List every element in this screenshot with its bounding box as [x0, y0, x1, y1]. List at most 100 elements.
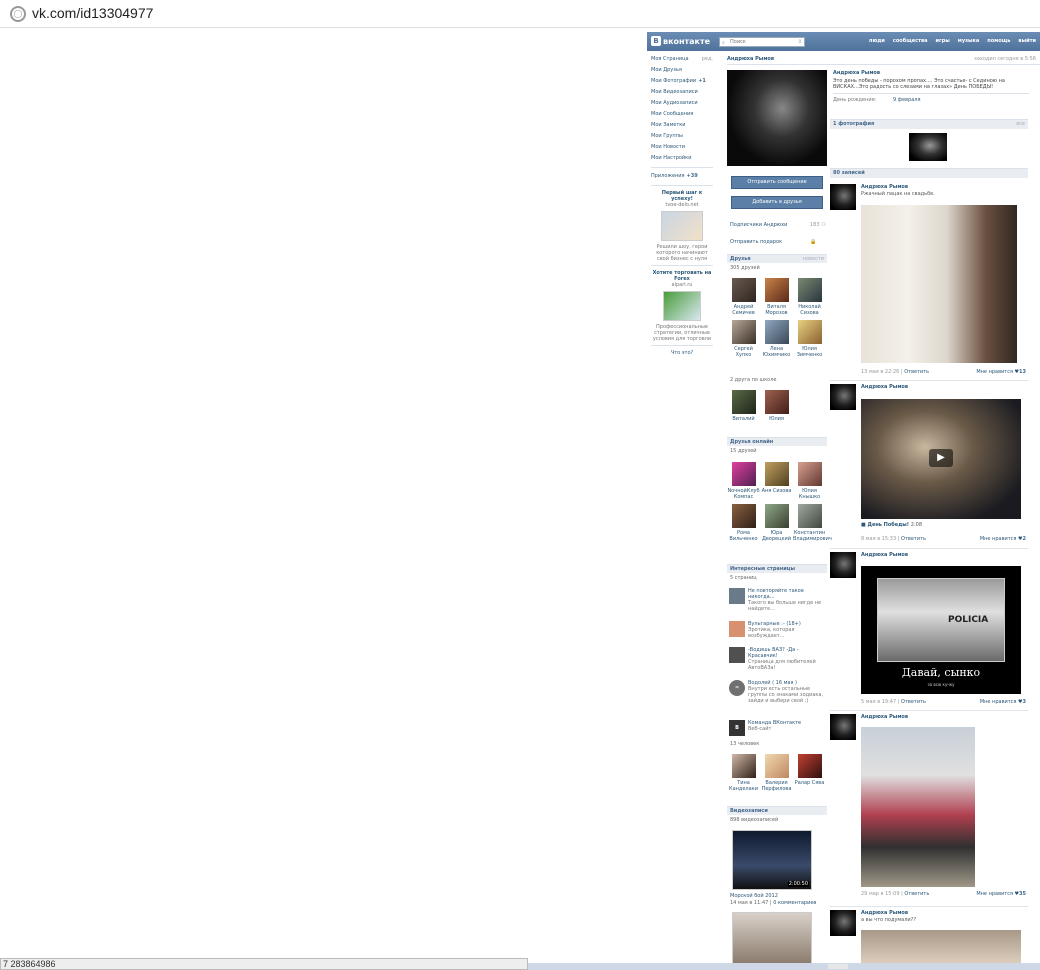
wall-header[interactable]: 80 записей — [830, 168, 1028, 178]
friend-name[interactable]: Юлия Кнышко — [799, 488, 820, 500]
menu-groups[interactable]: Мои Группы — [651, 131, 713, 142]
friend-name[interactable]: Рома Вильченко — [729, 530, 757, 542]
page-icon[interactable] — [729, 588, 745, 604]
ad-block-1[interactable]: Первый шаг к успеху! tvoe-delo.net Решил… — [651, 190, 713, 262]
video-info[interactable]: ■ День Победы! 2:08 — [861, 522, 1026, 528]
post-avatar[interactable] — [830, 910, 856, 936]
search-options-icon[interactable]: ⇳ — [798, 38, 802, 46]
followers-link[interactable]: Подписчики Андрюхи 183 ⚇ — [730, 222, 826, 228]
friend-item[interactable]: Аня Сизова — [760, 462, 793, 500]
friend-photo[interactable] — [731, 278, 756, 302]
friend-name[interactable]: Константин Владимирович — [793, 530, 832, 542]
ad-image[interactable] — [663, 291, 701, 321]
aquarius-icon[interactable]: ♒ — [729, 680, 745, 696]
person-photo[interactable] — [764, 754, 789, 778]
friend-name[interactable]: Юра Дворецкий — [762, 530, 791, 542]
edit-link[interactable]: ред. — [702, 54, 713, 65]
like-button[interactable]: Мне нравится ♥2 — [980, 536, 1026, 542]
friend-photo[interactable] — [731, 390, 756, 414]
page-item[interactable]: B Команда ВКонтакте Веб-сайт — [729, 720, 827, 736]
page-name[interactable]: -Водишь ВАЗ? -Да - Красавчик! — [748, 647, 827, 659]
page-item[interactable]: ♒ Водолей ( 16 мая ) Внутри есть остальные… — [729, 680, 827, 704]
menu-photos[interactable]: Мои Фотографии +1 — [651, 76, 713, 87]
photos-header[interactable]: 1 фотография все — [830, 119, 1028, 129]
friend-photo[interactable] — [764, 320, 789, 344]
send-gift-link[interactable]: Отправить подарок 🔒 — [730, 239, 816, 245]
friend-item[interactable]: Виталий — [727, 390, 760, 422]
friend-item[interactable]: Сергей Хупко — [727, 320, 760, 358]
friend-photo[interactable] — [764, 504, 789, 528]
car-photo[interactable] — [861, 727, 975, 887]
page-name[interactable]: Не повторяйте такое никогда... — [748, 588, 827, 600]
add-friend-button[interactable]: Добавить в друзья — [731, 196, 823, 209]
page-item[interactable]: -Водишь ВАЗ? -Да - Красавчик! Страница дл… — [729, 647, 827, 671]
profile-avatar[interactable] — [727, 70, 827, 166]
friend-item[interactable]: Константин Владимирович — [793, 504, 832, 542]
all-photos-link[interactable]: все — [1016, 120, 1025, 129]
reply-link[interactable]: Ответить — [901, 536, 926, 542]
friend-name[interactable]: Андрей Семичев — [732, 304, 755, 316]
demotivator-image[interactable]: POLICIA Давай, сынко за всю кучку — [861, 566, 1021, 694]
post-date[interactable]: 29 мар в 15:09 — [861, 891, 900, 897]
menu-messages[interactable]: Мои Сообщения — [651, 109, 713, 120]
friend-photo[interactable] — [797, 320, 822, 344]
friend-photo[interactable] — [764, 278, 789, 302]
post-photo[interactable] — [861, 930, 1021, 963]
friend-name[interactable]: Сергей Хупко — [734, 346, 753, 358]
nav-communities[interactable]: сообщества — [893, 38, 928, 44]
friend-photo[interactable] — [731, 504, 756, 528]
nav-games[interactable]: игры — [936, 38, 950, 44]
nav-people[interactable]: люди — [869, 38, 885, 44]
post-author[interactable]: Андрюха Рымов — [861, 910, 908, 916]
friend-name[interactable]: Юлия Зимченко — [797, 346, 823, 358]
friend-name[interactable]: Лена Юхимчико — [763, 346, 791, 358]
reply-link[interactable]: Ответить — [904, 891, 929, 897]
reply-link[interactable]: Ответить — [901, 699, 926, 705]
nav-help[interactable]: помощь — [987, 38, 1010, 44]
ad-block-2[interactable]: Хотите торговать на Forex alpari.ru Проф… — [651, 270, 713, 342]
wedding-photo[interactable] — [861, 205, 1017, 363]
friend-item[interactable]: Лена Юхимчико — [760, 320, 793, 358]
menu-audio[interactable]: Мои Аудиозаписи — [651, 98, 713, 109]
ad-title[interactable]: Первый шаг к успеху! — [651, 190, 713, 202]
post-author[interactable]: Андрюха Рымов — [861, 184, 908, 190]
page-icon[interactable] — [729, 647, 745, 663]
friend-name[interactable]: NoчнойКлуб Компас — [727, 488, 759, 500]
person-item[interactable]: Тина Канделаки — [727, 754, 760, 792]
post-avatar[interactable] — [830, 384, 856, 410]
menu-news[interactable]: Мои Новости — [651, 142, 713, 153]
person-item[interactable]: Ралар Сява — [793, 754, 826, 792]
nav-music[interactable]: музыка — [958, 38, 980, 44]
friend-item[interactable]: Рома Вильченко — [727, 504, 760, 542]
friend-item[interactable]: Юлия Зимченко — [793, 320, 826, 358]
person-name[interactable]: Тина Канделаки — [729, 780, 758, 792]
like-button[interactable]: Мне нравится ♥13 — [976, 369, 1026, 375]
vk-team-icon[interactable]: B — [729, 720, 745, 736]
ad-image[interactable] — [661, 211, 703, 241]
friend-item[interactable]: NoчнойКлуб Компас — [727, 462, 760, 500]
interesting-pages-header[interactable]: Интересные страницы — [727, 564, 827, 573]
friend-item[interactable]: Андрей Семичев — [727, 278, 760, 316]
post-author[interactable]: Андрюха Рымов — [861, 552, 908, 558]
person-name[interactable]: Ралар Сява — [795, 780, 825, 786]
page-icon[interactable] — [729, 621, 745, 637]
nav-logout[interactable]: выйти — [1018, 38, 1036, 44]
video-comments[interactable]: 0 комментариев — [773, 900, 816, 906]
like-button[interactable]: Мне нравится ♥3 — [980, 699, 1026, 705]
menu-friends[interactable]: Мои Друзья — [651, 65, 713, 76]
person-photo[interactable] — [731, 754, 756, 778]
send-message-button[interactable]: Отправить сообщение — [731, 176, 823, 189]
menu-apps[interactable]: Приложения +39 — [651, 171, 713, 182]
friends-header[interactable]: Друзья новости — [727, 254, 827, 263]
scrollbar-thumb[interactable] — [828, 964, 848, 969]
friends-news-link[interactable]: новости — [803, 255, 824, 263]
video-preview[interactable]: ▶ — [861, 399, 1021, 519]
page-item[interactable]: Не повторяйте такое никогда... Такого вы … — [729, 588, 827, 612]
online-friends-header[interactable]: Друзья онлайн — [727, 437, 827, 446]
post-avatar[interactable] — [830, 184, 856, 210]
videos-header[interactable]: Видеозаписи — [727, 806, 827, 815]
video-title[interactable]: Морской бой 2012 — [730, 893, 778, 899]
friend-photo[interactable] — [764, 462, 789, 486]
friend-name[interactable]: Виталя Морозов — [765, 304, 787, 316]
search-input[interactable]: ⌕ Поиск ⇳ — [719, 37, 805, 47]
